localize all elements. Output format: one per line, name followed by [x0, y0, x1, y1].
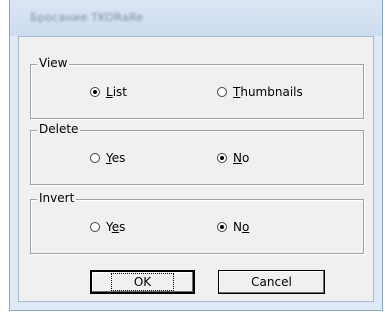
delete-group: Delete Yes No: [30, 122, 364, 185]
view-list-label: List: [106, 85, 127, 99]
radio-button-icon: [90, 153, 100, 163]
window-title: Бросание TKORaRe: [30, 11, 144, 24]
invert-yes-radio[interactable]: Yes: [90, 220, 125, 234]
view-group-label: View: [37, 56, 70, 70]
cancel-button-label: Cancel: [251, 275, 292, 289]
radio-button-icon: [90, 222, 100, 232]
radio-button-icon: [217, 153, 227, 163]
ok-button-label: OK: [110, 273, 175, 291]
radio-button-icon: [217, 222, 227, 232]
invert-group-label: Invert: [37, 191, 77, 205]
invert-no-radio[interactable]: No: [217, 220, 249, 234]
invert-yes-label: Yes: [106, 220, 126, 234]
view-list-radio[interactable]: List: [90, 85, 127, 99]
delete-group-label: Delete: [37, 122, 81, 136]
delete-yes-radio[interactable]: Yes: [90, 151, 125, 165]
delete-yes-label: Yes: [106, 151, 126, 165]
dialog-client-area: View List Thumbnails Delete Yes No Inver…: [18, 36, 374, 302]
delete-no-label: No: [233, 151, 250, 165]
radio-button-icon: [90, 87, 100, 97]
view-thumbnails-radio[interactable]: Thumbnails: [217, 85, 303, 99]
delete-no-radio[interactable]: No: [217, 151, 249, 165]
radio-button-icon: [217, 87, 227, 97]
invert-no-label: No: [233, 220, 250, 234]
view-group: View List Thumbnails: [30, 56, 364, 119]
dialog-window: Бросание TKORaRe View List Thumbnails De…: [9, 0, 383, 311]
cancel-button[interactable]: Cancel: [218, 270, 325, 294]
title-bar[interactable]: Бросание TKORaRe: [10, 0, 382, 36]
view-thumbnails-label: Thumbnails: [233, 85, 303, 99]
ok-button[interactable]: OK: [90, 270, 195, 294]
invert-group: Invert Yes No: [30, 191, 364, 254]
